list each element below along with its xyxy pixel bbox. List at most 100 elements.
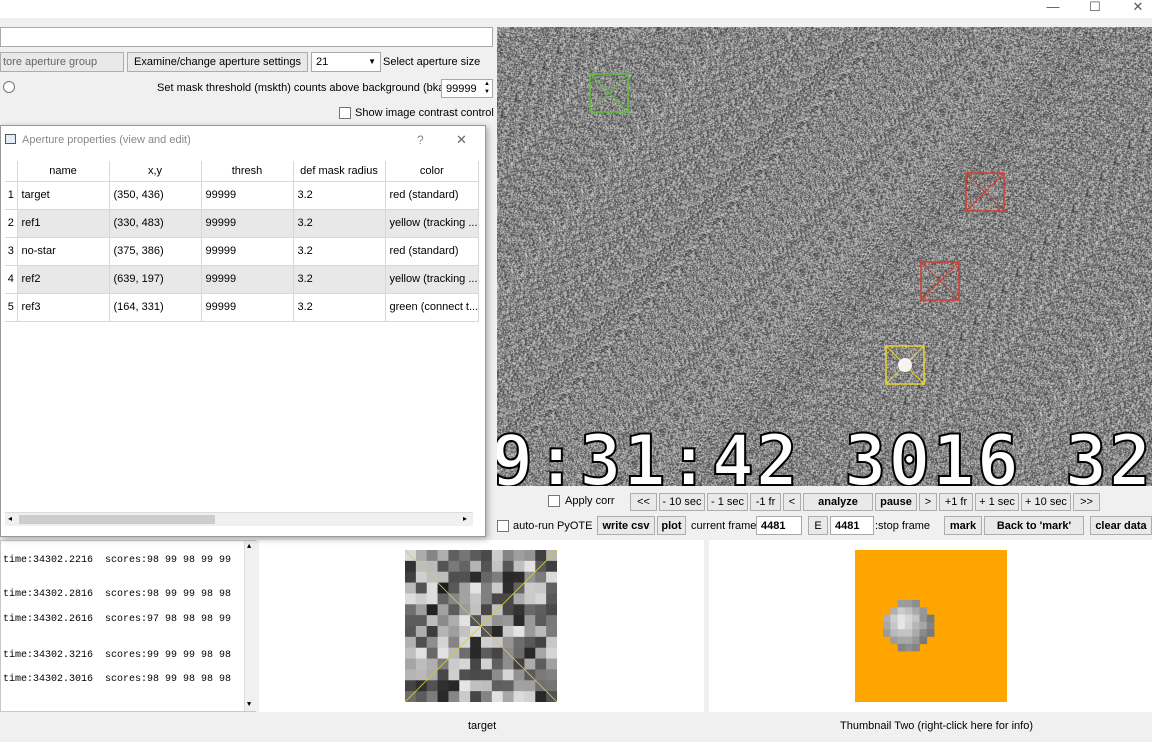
thumbnail-one-label: target: [468, 720, 497, 732]
cell-color[interactable]: yellow (tracking ...: [385, 209, 480, 238]
thumb-pixel: [491, 691, 504, 702]
cell-name[interactable]: target: [17, 181, 110, 210]
maximize-icon[interactable]: ☐: [1085, 0, 1105, 14]
mark-button[interactable]: mark: [944, 516, 982, 535]
back-to-mark-button[interactable]: Back to 'mark': [984, 516, 1084, 535]
apply-corr-checkbox[interactable]: [548, 495, 560, 507]
scroll-down-icon[interactable]: ▼: [247, 701, 251, 709]
column-header[interactable]: color: [385, 161, 480, 182]
cell-thresh[interactable]: 99999: [201, 209, 294, 238]
cell-radius[interactable]: 3.2: [293, 209, 386, 238]
thumb-pixel: [459, 582, 471, 594]
cell-thresh[interactable]: 99999: [201, 237, 294, 266]
cell-thresh[interactable]: 99999: [201, 293, 294, 322]
cell-xy[interactable]: (164, 331): [109, 293, 202, 322]
table-row[interactable]: 4 ref2 (639, 197) 99999 3.2 yellow (trac…: [5, 265, 480, 294]
scrollbar-thumb[interactable]: [19, 515, 215, 524]
last-frame-button[interactable]: >>: [1073, 493, 1100, 511]
spin-arrows-icon[interactable]: ▲ ▼: [484, 80, 490, 96]
cell-name[interactable]: ref1: [17, 209, 110, 238]
scroll-right-icon[interactable]: ▸: [463, 514, 467, 523]
radio-button[interactable]: [3, 81, 15, 93]
thumb-two-pixel: [897, 636, 906, 645]
thumb-pixel: [437, 550, 449, 562]
first-frame-button[interactable]: <<: [630, 493, 657, 511]
stop-frame-field[interactable]: 4481: [830, 516, 874, 535]
table-row[interactable]: 2 ref1 (330, 483) 99999 3.2 yellow (trac…: [5, 209, 480, 238]
column-header[interactable]: def mask radius: [293, 161, 386, 182]
log-panel[interactable]: time:34302.2216 scores:98 99 98 99 99 ti…: [0, 540, 256, 712]
cell-color[interactable]: red (standard): [385, 237, 480, 266]
horizontal-scrollbar[interactable]: ◂ ▸: [5, 512, 473, 526]
e-button[interactable]: E: [808, 516, 828, 535]
back-10-sec-button[interactable]: - 10 sec: [659, 493, 705, 511]
thumb-pixel: [426, 593, 439, 605]
column-header[interactable]: x,y: [109, 161, 202, 182]
cell-xy[interactable]: (330, 483): [109, 209, 202, 238]
dialog-title-bar: Aperture properties (view and edit) ? ✕: [1, 126, 485, 154]
thumbnail-one-panel[interactable]: [259, 540, 704, 712]
analyze-button[interactable]: analyze: [803, 493, 873, 511]
next-button[interactable]: >: [919, 493, 937, 511]
cell-radius[interactable]: 3.2: [293, 293, 386, 322]
cell-thresh[interactable]: 99999: [201, 265, 294, 294]
clear-data-button[interactable]: clear data: [1090, 516, 1152, 535]
aperture-size-select[interactable]: 21 ▼: [311, 52, 381, 72]
thumb-pixel: [546, 626, 557, 638]
video-frame[interactable]: 9:31:42 3016 32: [497, 27, 1152, 486]
minimize-icon[interactable]: —: [1043, 0, 1063, 14]
table-row[interactable]: 3 no-star (375, 386) 99999 3.2 red (stan…: [5, 237, 480, 266]
cell-name[interactable]: no-star: [17, 237, 110, 266]
thumb-pixel: [535, 615, 547, 627]
cell-color[interactable]: yellow (tracking ...: [385, 265, 480, 294]
column-header[interactable]: name: [17, 161, 110, 182]
cell-radius[interactable]: 3.2: [293, 237, 386, 266]
autorun-pyote-checkbox[interactable]: [497, 520, 509, 532]
log-scrollbar[interactable]: ▲ ▼: [244, 541, 256, 711]
mask-threshold-spinbox[interactable]: 99999 ▲ ▼: [441, 79, 493, 98]
forward-1-frame-button[interactable]: +1 fr: [939, 493, 973, 511]
table-row[interactable]: 5 ref3 (164, 331) 99999 3.2 green (conne…: [5, 293, 480, 322]
thumb-pixel: [415, 571, 428, 584]
cell-name[interactable]: ref2: [17, 265, 110, 294]
thumbnail-two-panel[interactable]: [709, 540, 1152, 712]
back-1-frame-button[interactable]: -1 fr: [750, 493, 781, 511]
cell-xy[interactable]: (350, 436): [109, 181, 202, 210]
thumb-pixel: [459, 691, 471, 702]
table-row[interactable]: 1 target (350, 436) 99999 3.2 red (stand…: [5, 181, 480, 210]
write-csv-button[interactable]: write csv: [597, 516, 655, 535]
close-icon[interactable]: ✕: [1128, 0, 1148, 14]
plot-button[interactable]: plot: [657, 516, 686, 535]
cell-radius[interactable]: 3.2: [293, 265, 386, 294]
thumb-pixel: [426, 658, 439, 670]
cell-radius[interactable]: 3.2: [293, 181, 386, 210]
thumb-pixel: [535, 582, 547, 594]
pause-button[interactable]: pause: [875, 493, 917, 511]
thumb-pixel: [448, 582, 460, 594]
current-frame-field[interactable]: 4481: [756, 516, 802, 535]
thumb-pixel: [415, 615, 428, 627]
cell-xy[interactable]: (639, 197): [109, 265, 202, 294]
thumbnail-two-label[interactable]: Thumbnail Two (right-click here for info…: [840, 720, 1033, 732]
scroll-left-icon[interactable]: ◂: [8, 514, 12, 523]
dialog-close-icon[interactable]: ✕: [456, 132, 467, 148]
thumb-pixel: [524, 550, 536, 562]
contrast-checkbox[interactable]: [339, 107, 351, 119]
thumb-pixel: [546, 669, 557, 681]
cell-color[interactable]: red (standard): [385, 181, 480, 210]
column-header[interactable]: thresh: [201, 161, 294, 182]
cell-name[interactable]: ref3: [17, 293, 110, 322]
prev-button[interactable]: <: [783, 493, 801, 511]
store-aperture-group-button[interactable]: tore aperture group: [0, 52, 124, 72]
forward-10-sec-button[interactable]: + 10 sec: [1021, 493, 1071, 511]
cell-color[interactable]: green (connect t...: [385, 293, 480, 322]
forward-1-sec-button[interactable]: + 1 sec: [975, 493, 1019, 511]
scroll-up-icon[interactable]: ▲: [247, 543, 251, 551]
back-1-sec-button[interactable]: - 1 sec: [707, 493, 748, 511]
help-icon[interactable]: ?: [417, 133, 424, 147]
cell-xy[interactable]: (375, 386): [109, 237, 202, 266]
path-field[interactable]: [0, 27, 493, 47]
cell-thresh[interactable]: 99999: [201, 181, 294, 210]
thumb-pixel: [546, 571, 557, 584]
examine-aperture-settings-button[interactable]: Examine/change aperture settings: [127, 52, 308, 72]
